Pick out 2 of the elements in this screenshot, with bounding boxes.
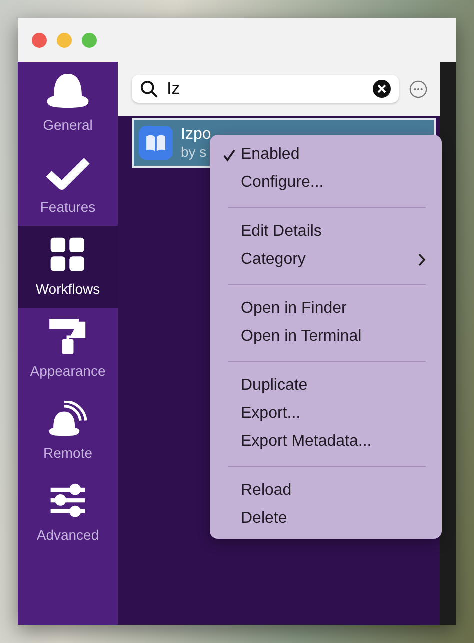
workflow-author: by s	[181, 144, 208, 160]
workflow-title: Izpo	[181, 126, 212, 144]
